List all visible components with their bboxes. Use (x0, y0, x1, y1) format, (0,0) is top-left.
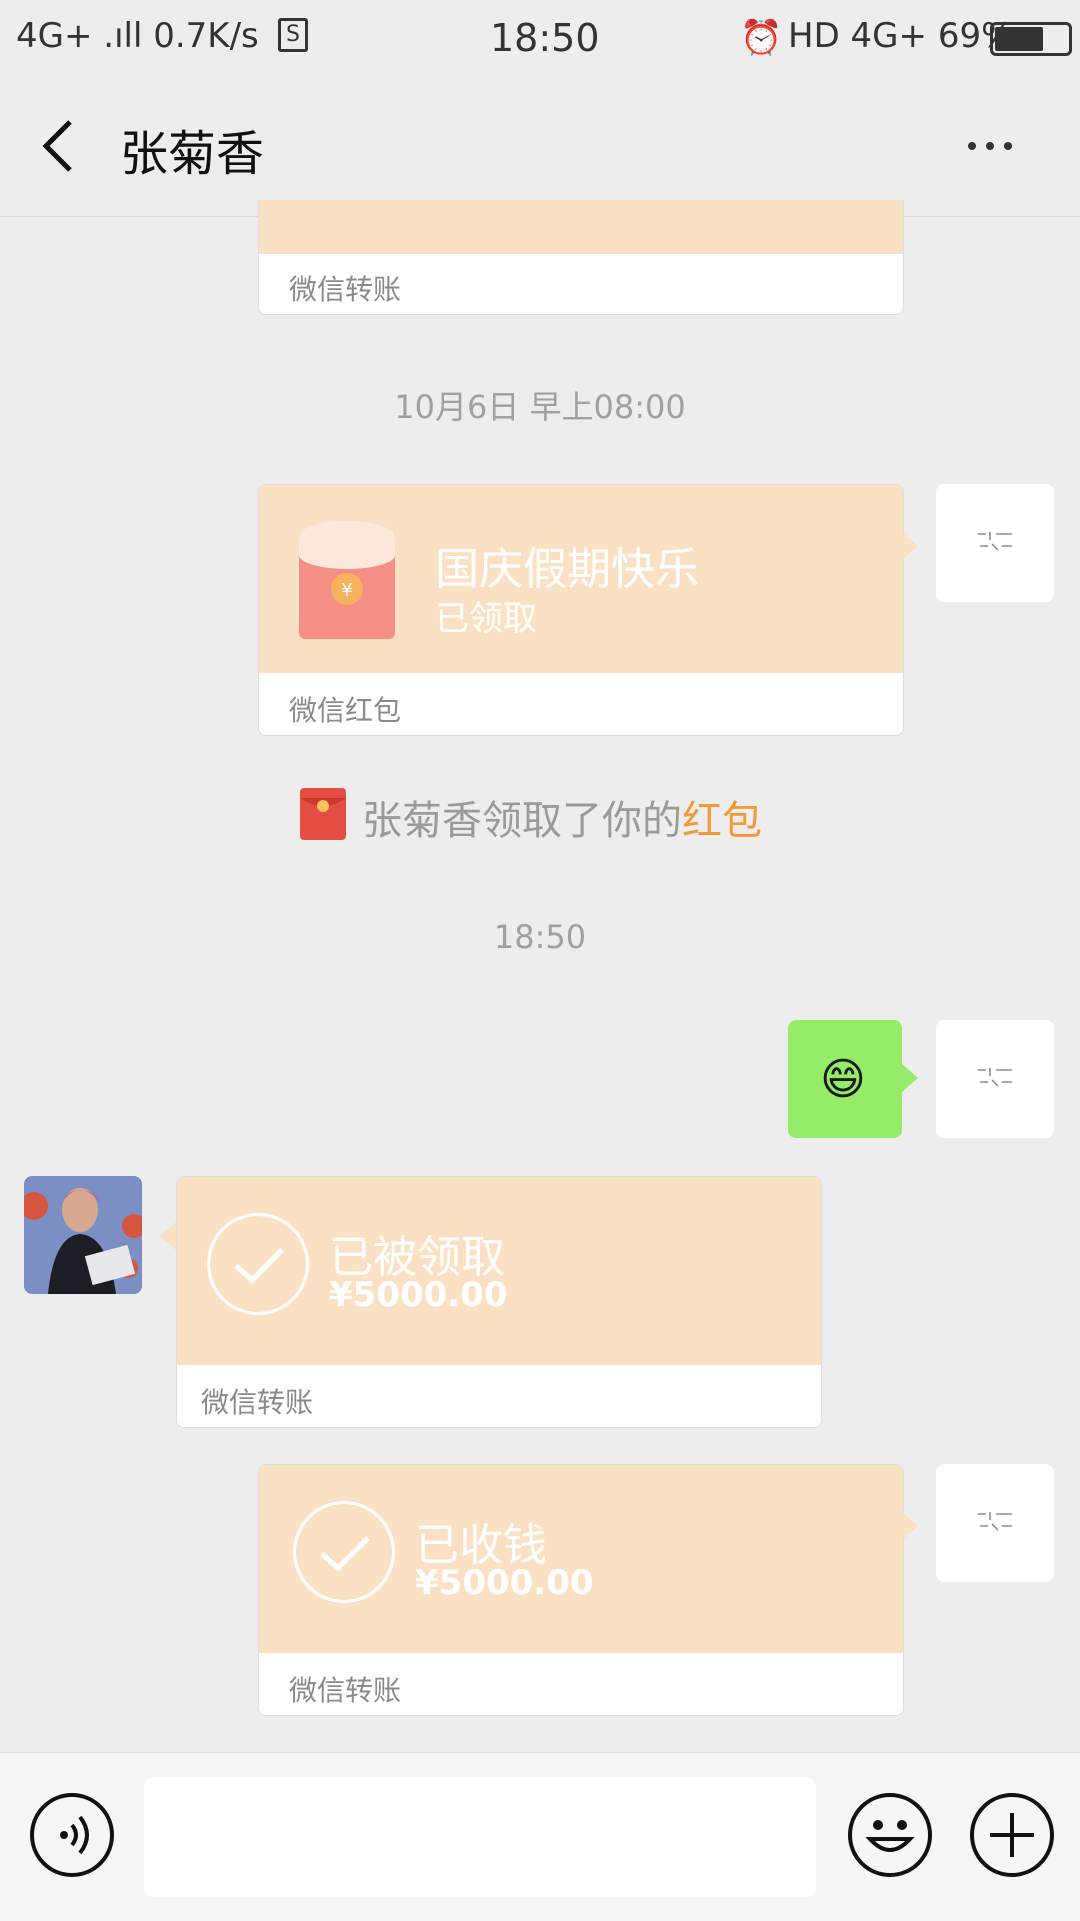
plus-icon (990, 1813, 1034, 1857)
back-button[interactable] (40, 116, 80, 176)
sim-icon: S (278, 18, 308, 52)
status-bar: 4G+ .ıll 0.7K/s S 18:50 ⏰ HD 4G+ 69% (0, 0, 1080, 76)
system-notice: 张菊香领取了你的红包 (362, 788, 762, 846)
bubble-tail (160, 1222, 176, 1250)
contact-avatar[interactable] (24, 1176, 142, 1294)
network-status: 4G+ .ıll 0.7K/s (16, 16, 259, 56)
status-right: HD 4G+ 69% (788, 16, 1014, 56)
timestamp: 18:50 (493, 918, 587, 956)
message-input[interactable] (144, 1777, 816, 1897)
red-packet-status: 已领取 (435, 599, 537, 639)
transfer-card-received-by-me[interactable]: 已收钱 ¥5000.00 微信转账 (258, 1464, 904, 1716)
emoji-button[interactable] (848, 1793, 932, 1877)
grin-emoji: 😄 (820, 1054, 866, 1105)
check-circle-icon (293, 1501, 395, 1603)
chat-header: 张菊香 (0, 76, 1080, 217)
alarm-icon: ⏰ (740, 18, 783, 58)
transfer-card-received-by-contact[interactable]: 已被领取 ¥5000.00 微信转账 (176, 1176, 822, 1428)
more-button[interactable] (960, 134, 1020, 158)
transfer-card-footer: 微信转账 (201, 1386, 314, 1419)
bubble-tail (902, 1512, 918, 1540)
my-avatar[interactable] (936, 1464, 1054, 1582)
plus-button[interactable] (970, 1793, 1054, 1877)
bubble-tail (902, 1064, 918, 1092)
transfer-amount: ¥5000.00 (415, 1563, 594, 1603)
chat-input-bar (0, 1752, 1080, 1921)
check-circle-icon (207, 1213, 309, 1315)
transfer-card-footer: 微信转账 (289, 273, 402, 306)
red-packet-footer: 微信红包 (289, 694, 402, 727)
transfer-amount: ¥5000.00 (329, 1275, 508, 1315)
system-notice-text: 张菊香领取了你的 (362, 798, 682, 844)
transfer-card-footer: 微信转账 (289, 1674, 402, 1707)
my-avatar[interactable] (936, 1020, 1054, 1138)
emoji-bubble[interactable]: 😄 (788, 1020, 902, 1138)
bubble-tail (902, 532, 918, 560)
battery-icon (990, 22, 1072, 56)
voice-icon (60, 1815, 89, 1855)
red-packet-small-icon (300, 788, 346, 840)
red-packet-title: 国庆假期快乐 (435, 544, 699, 595)
red-packet-icon: ¥ (299, 521, 395, 639)
my-avatar[interactable] (936, 484, 1054, 602)
red-packet-card[interactable]: ¥ 国庆假期快乐 已领取 微信红包 (258, 484, 904, 736)
voice-button[interactable] (30, 1793, 114, 1877)
red-packet-link[interactable]: 红包 (682, 798, 762, 844)
chat-title: 张菊香 (120, 126, 265, 182)
timestamp: 10月6日 早上08:00 (394, 388, 686, 426)
chevron-left-icon (42, 120, 72, 172)
smiley-icon (865, 1820, 915, 1852)
svg-text:¥: ¥ (341, 580, 352, 601)
transfer-card-partial[interactable]: 微信转账 (258, 200, 904, 315)
clock-time: 18:50 (490, 16, 600, 60)
